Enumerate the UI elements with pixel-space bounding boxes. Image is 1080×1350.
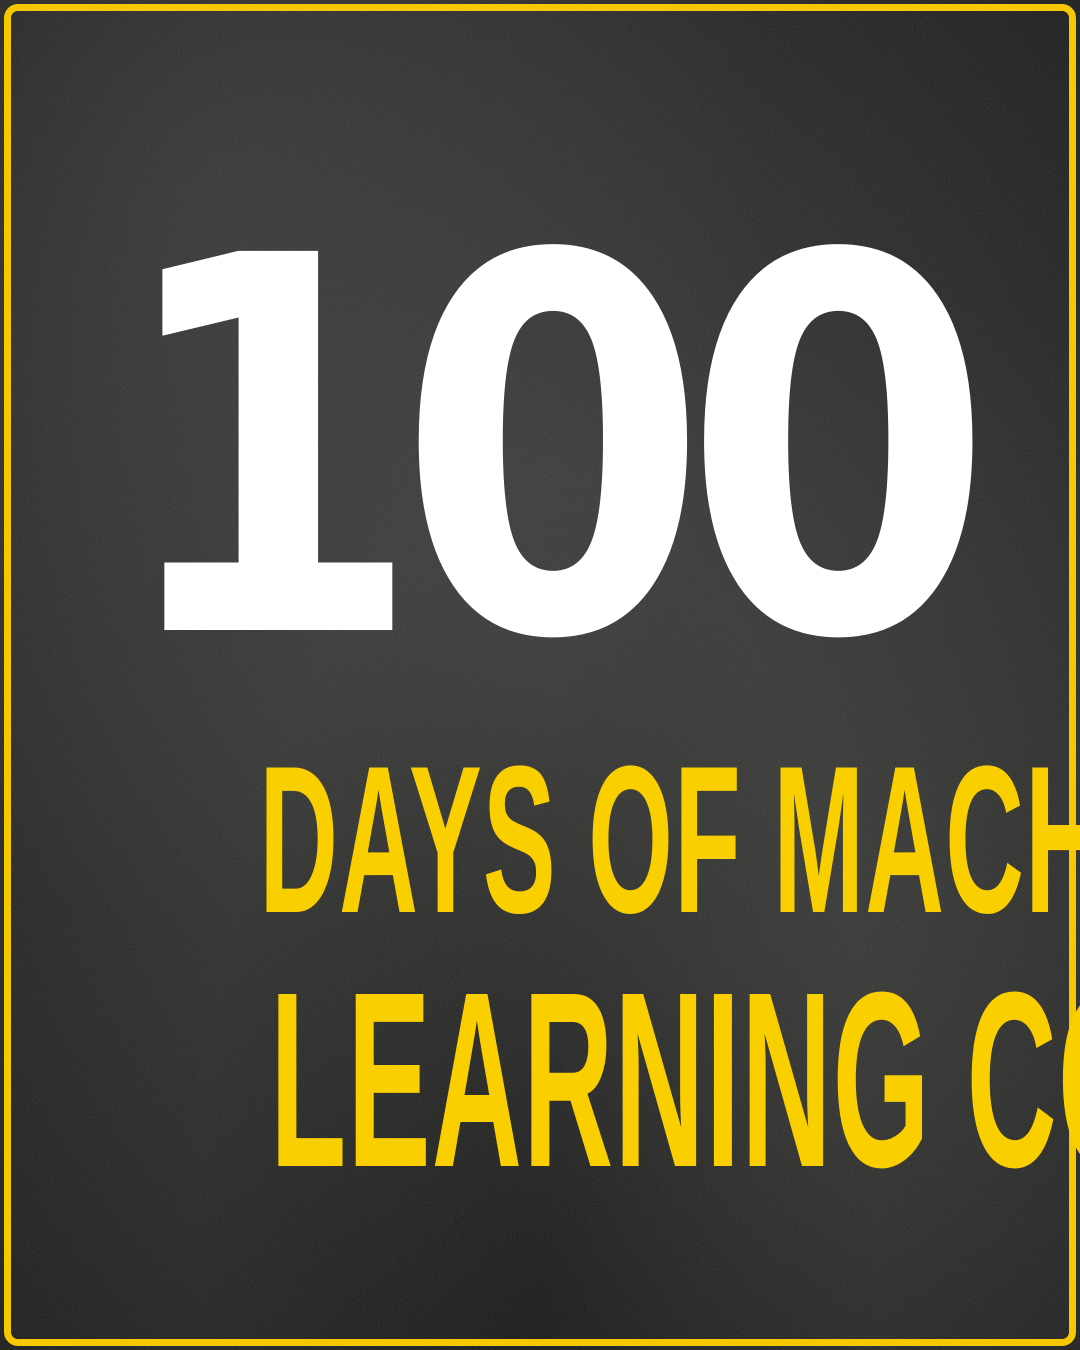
poster: 100 DAYS OF MACHINE LEARNING CODE [0, 0, 1080, 1350]
headline-line-1: DAYS OF MACHINE [259, 722, 1080, 957]
big-number: 100 [111, 147, 994, 753]
headline-line-2: LEARNING CODE [270, 940, 1080, 1219]
